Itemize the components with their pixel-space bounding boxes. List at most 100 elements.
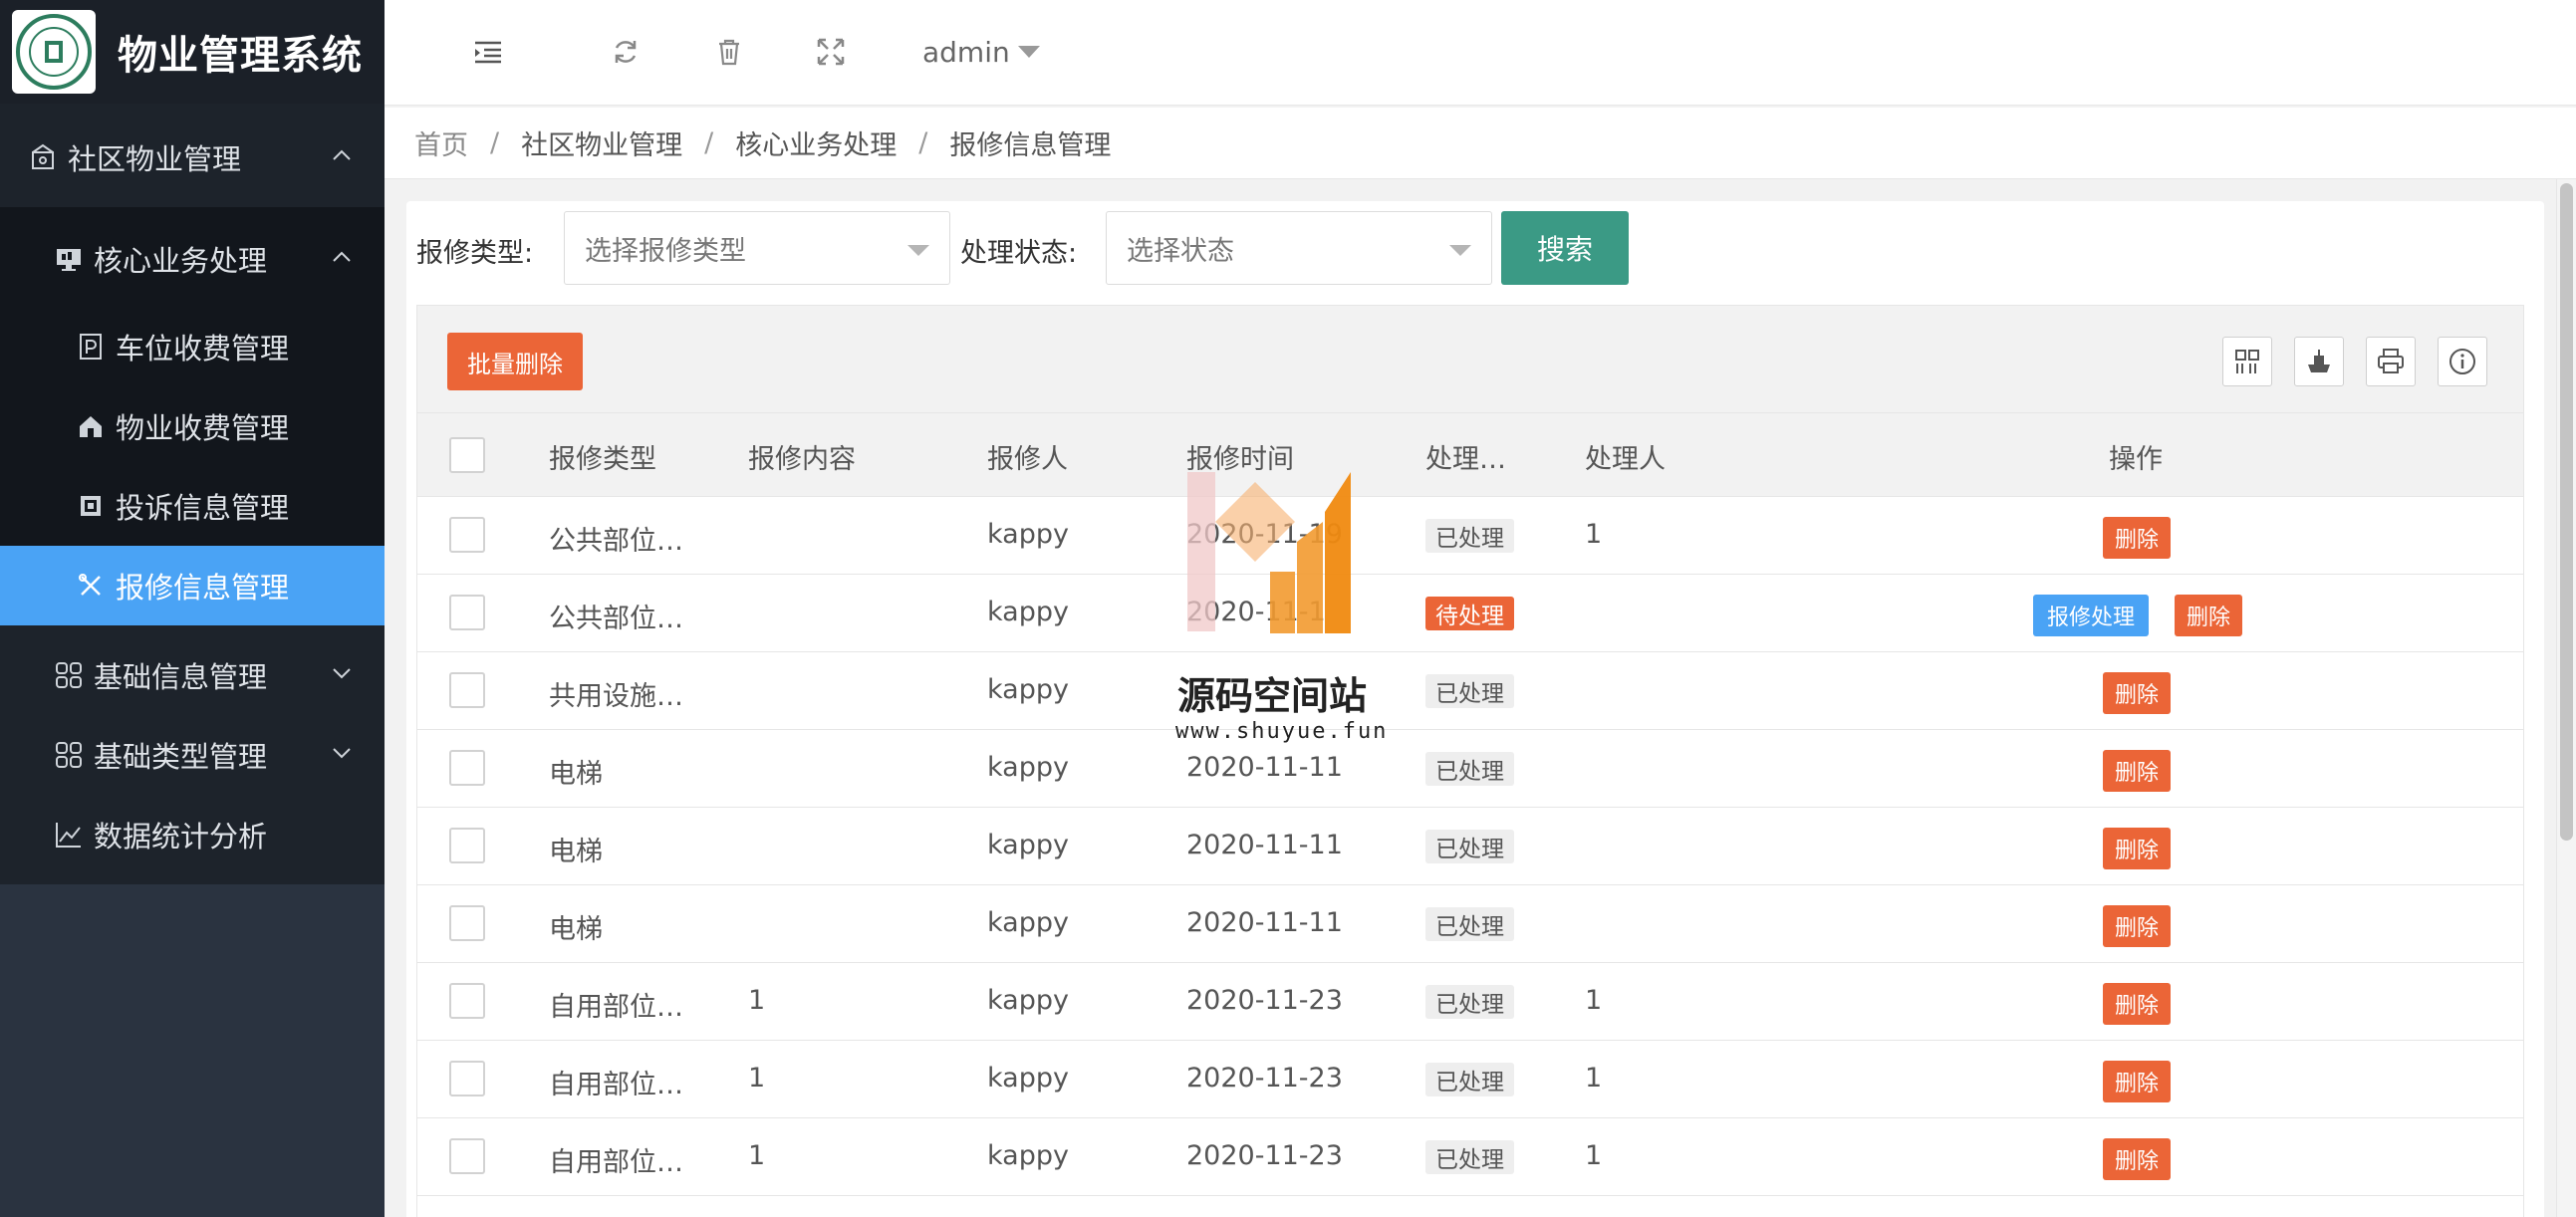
column-header-status[interactable]: 处理…: [1425, 437, 1506, 476]
column-header-type[interactable]: 报修类型: [549, 437, 656, 476]
row-checkbox[interactable]: [449, 983, 485, 1019]
user-menu[interactable]: admin: [922, 30, 1040, 74]
breadcrumb-home[interactable]: 首页: [414, 123, 468, 162]
repair-type-select[interactable]: 选择报修类型: [564, 211, 950, 285]
select-all-checkbox[interactable]: [449, 437, 485, 473]
column-header-actions: 操作: [2109, 444, 2163, 475]
sidebar-item-property-fee[interactable]: 物业收费管理: [0, 386, 385, 466]
cell-reporter: kappy: [987, 1140, 1069, 1171]
cell-repair-type: 电梯: [549, 759, 603, 790]
clear-cache-button[interactable]: [707, 30, 751, 74]
status-badge: 已处理: [1425, 1140, 1514, 1174]
grid-icon: [54, 660, 84, 690]
table-row: 共用设施… kappy 已处理 删除: [417, 652, 2523, 730]
column-header-time[interactable]: 报修时间: [1186, 437, 1294, 476]
cell-reporter: kappy: [987, 597, 1069, 627]
dropdown-arrow-icon: [907, 245, 929, 256]
process-repair-button[interactable]: 报修处理: [2033, 595, 2149, 636]
cell-repair-time: 2020-11-19: [1186, 519, 1343, 550]
breadcrumb-separator: /: [918, 127, 928, 158]
cell-reporter: kappy: [987, 985, 1069, 1016]
delete-button[interactable]: 删除: [2175, 595, 2242, 636]
sidebar-item-parking-fee[interactable]: 车位收费管理: [0, 307, 385, 386]
row-checkbox[interactable]: [449, 672, 485, 708]
table-row: 电梯 kappy 2020-11-11 已处理 删除: [417, 808, 2523, 885]
delete-button[interactable]: 删除: [2103, 672, 2171, 714]
status-label: 处理状态:: [960, 238, 1078, 269]
row-checkbox[interactable]: [449, 905, 485, 941]
row-checkbox[interactable]: [449, 595, 485, 630]
search-button[interactable]: 搜索: [1501, 211, 1629, 285]
print-button[interactable]: [2366, 337, 2416, 386]
sidebar-item-label: 基础信息管理: [94, 660, 268, 694]
sidebar-item-label: 车位收费管理: [116, 332, 290, 365]
cell-repair-content: 1: [748, 1140, 766, 1171]
row-checkbox[interactable]: [449, 828, 485, 863]
sidebar: 物业管理系统 社区物业管理 核心业务处理 车位收费管理 物业收费管理 投诉信息管…: [0, 0, 385, 1217]
row-checkbox[interactable]: [449, 750, 485, 786]
column-header-reporter[interactable]: 报修人: [987, 437, 1068, 476]
export-button[interactable]: [2294, 337, 2344, 386]
cell-repair-time: 2020-11-23: [1186, 1140, 1343, 1171]
breadcrumb-item[interactable]: 核心业务处理: [735, 123, 897, 162]
status-select[interactable]: 选择状态: [1106, 211, 1492, 285]
cell-repair-content: 1: [748, 985, 766, 1016]
logo-bar: 物业管理系统: [0, 0, 385, 104]
home-icon: [76, 411, 106, 441]
delete-button[interactable]: 删除: [2103, 750, 2171, 792]
columns-filter-button[interactable]: [2222, 337, 2272, 386]
columns-icon: [2235, 350, 2259, 373]
cell-reporter: kappy: [987, 1063, 1069, 1094]
sidebar-item-repair[interactable]: 报修信息管理: [0, 546, 385, 625]
sidebar-group-community[interactable]: 社区物业管理: [0, 118, 385, 197]
delete-button[interactable]: 删除: [2103, 905, 2171, 947]
row-checkbox[interactable]: [449, 517, 485, 553]
trash-icon: [719, 39, 739, 66]
delete-button[interactable]: 删除: [2103, 517, 2171, 559]
sidebar-subgroup-core[interactable]: 核心业务处理: [0, 219, 385, 299]
delete-button[interactable]: 删除: [2103, 1061, 2171, 1102]
row-checkbox[interactable]: [449, 1138, 485, 1174]
cell-reporter: kappy: [987, 830, 1069, 860]
batch-delete-button[interactable]: 批量删除: [447, 333, 583, 390]
sidebar-group-label: 社区物业管理: [68, 142, 242, 176]
parking-icon: [76, 332, 106, 362]
scrollbar-thumb[interactable]: [2560, 183, 2573, 841]
row-checkbox[interactable]: [449, 1061, 485, 1096]
cell-repair-time: 2020-11-11: [1186, 752, 1343, 783]
university-logo: [12, 10, 96, 94]
print-icon: [2378, 349, 2404, 373]
status-badge: 已处理: [1425, 752, 1514, 786]
logo-seal-icon: [16, 14, 92, 90]
status-placeholder: 选择状态: [1127, 235, 1234, 267]
sidebar-item-statistics[interactable]: 数据统计分析: [0, 795, 385, 874]
grid-icon: [54, 740, 84, 770]
delete-button[interactable]: 删除: [2103, 1138, 2171, 1180]
delete-button[interactable]: 删除: [2103, 983, 2171, 1025]
toggle-sidebar-button[interactable]: [466, 30, 510, 74]
export-icon: [2308, 350, 2330, 372]
fullscreen-button[interactable]: [809, 30, 853, 74]
breadcrumb-current: 报修信息管理: [949, 130, 1112, 161]
status-badge: 已处理: [1425, 674, 1514, 708]
breadcrumb-item[interactable]: 社区物业管理: [521, 123, 682, 162]
column-header-content[interactable]: 报修内容: [748, 437, 856, 476]
refresh-button[interactable]: [604, 30, 647, 74]
line-chart-icon: [54, 820, 84, 850]
sidebar-item-label: 报修信息管理: [116, 571, 290, 605]
status-badge: 待处理: [1425, 597, 1514, 630]
sidebar-item-basic-info[interactable]: 基础信息管理: [0, 635, 385, 715]
cell-repair-type: 公共部位…: [549, 526, 683, 557]
refresh-icon: [615, 41, 637, 63]
sidebar-item-label: 数据统计分析: [94, 820, 268, 853]
page-scrollbar[interactable]: [2556, 179, 2576, 1217]
column-header-handler[interactable]: 处理人: [1585, 437, 1666, 476]
info-button[interactable]: [2438, 337, 2487, 386]
cell-repair-time: 2020-11-1: [1186, 597, 1326, 627]
cell-repair-type: 公共部位…: [549, 604, 683, 634]
cell-handler: 1: [1585, 1063, 1603, 1094]
sidebar-item-basic-type[interactable]: 基础类型管理: [0, 715, 385, 795]
expand-icon: [817, 38, 845, 66]
sidebar-item-complaint[interactable]: 投诉信息管理: [0, 466, 385, 546]
delete-button[interactable]: 删除: [2103, 828, 2171, 869]
